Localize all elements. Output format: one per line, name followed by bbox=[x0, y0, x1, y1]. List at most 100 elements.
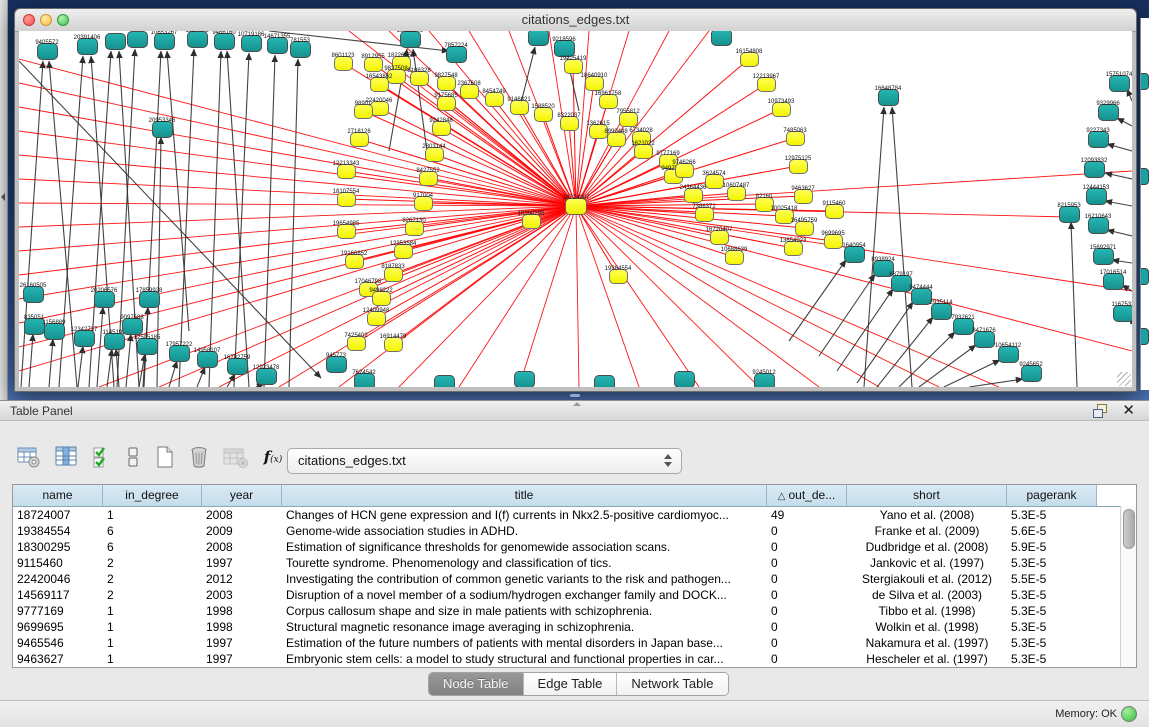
select-columns-icon[interactable] bbox=[90, 444, 116, 470]
network-node[interactable]: 12213343 bbox=[337, 164, 356, 179]
cell-pagerank[interactable]: 5.3E-5 bbox=[1007, 555, 1097, 571]
network-node[interactable]: 17016514 bbox=[1103, 273, 1124, 290]
network-node[interactable]: 15692971 bbox=[1093, 248, 1114, 265]
cell-title[interactable]: Estimation of significance thresholds fo… bbox=[282, 539, 767, 555]
cell-title[interactable]: Genome-wide association studies in ADHD. bbox=[282, 523, 767, 539]
column-header-year[interactable]: year bbox=[202, 485, 282, 506]
network-node[interactable]: 1156889 bbox=[44, 323, 65, 340]
network-node[interactable]: 8322037 bbox=[560, 116, 579, 131]
float-panel-icon[interactable] bbox=[1093, 404, 1107, 417]
cell-title[interactable]: Disruption of a novel member of a sodium… bbox=[282, 587, 767, 603]
table-row[interactable]: 911546021997Tourette syndrome. Phenomeno… bbox=[13, 555, 1136, 571]
network-node[interactable]: 1621022 bbox=[634, 144, 653, 159]
network-node[interactable]: 12093832 bbox=[1084, 161, 1105, 178]
cell-in_degree[interactable]: 2 bbox=[103, 555, 202, 571]
network-node[interactable]: 8912955 bbox=[364, 57, 383, 72]
cell-pagerank[interactable]: 5.3E-5 bbox=[1007, 507, 1097, 523]
network-node[interactable]: 16720407 bbox=[710, 230, 729, 245]
left-splitter-strip[interactable] bbox=[0, 0, 8, 400]
network-node[interactable]: 9146821 bbox=[510, 100, 529, 115]
table-row[interactable]: 977716911998Corpus callosum shape and si… bbox=[13, 603, 1136, 619]
network-node[interactable]: 12923478 bbox=[256, 368, 277, 385]
network-node[interactable]: 781553 bbox=[290, 41, 311, 58]
cell-pagerank[interactable]: 5.3E-5 bbox=[1007, 635, 1097, 651]
network-node[interactable]: 16961758 bbox=[599, 94, 618, 109]
network-node[interactable]: 8601123 bbox=[334, 56, 353, 71]
network-node[interactable] bbox=[105, 33, 126, 50]
cell-in_degree[interactable]: 2 bbox=[103, 571, 202, 587]
cell-pagerank[interactable]: 5.3E-5 bbox=[1007, 651, 1097, 667]
network-node[interactable]: 14958107 bbox=[197, 351, 218, 368]
network-node[interactable]: 8427552 bbox=[419, 171, 438, 186]
cell-out_degree[interactable]: 0 bbox=[767, 555, 847, 571]
network-node[interactable]: 9242848 bbox=[432, 121, 451, 136]
network-node[interactable]: 12444153 bbox=[1086, 188, 1107, 205]
horizontal-splitter-handle[interactable] bbox=[570, 394, 580, 397]
network-node[interactable]: 9466160 bbox=[214, 33, 235, 50]
network-node[interactable]: 14671355 bbox=[267, 37, 288, 54]
close-panel-icon[interactable]: ✕ bbox=[1122, 401, 1135, 419]
cell-in_degree[interactable]: 1 bbox=[103, 635, 202, 651]
cell-out_degree[interactable]: 49 bbox=[767, 507, 847, 523]
cell-name[interactable]: 9115460 bbox=[13, 555, 103, 571]
network-hub-node[interactable]: 18724007 bbox=[565, 198, 587, 215]
network-node[interactable]: 18300295 bbox=[522, 214, 541, 229]
network-canvas[interactable]: 9405572203914061065326715276029466160107… bbox=[19, 31, 1132, 387]
table-row[interactable]: 946362711997Embryonic stem cells: a mode… bbox=[13, 651, 1136, 667]
cell-name[interactable]: 18724007 bbox=[13, 507, 103, 523]
column-header-title[interactable]: title bbox=[282, 485, 767, 506]
network-node[interactable]: 8187833 bbox=[384, 267, 403, 282]
network-node[interactable]: 2367608 bbox=[460, 84, 479, 99]
network-node[interactable]: 19325419 bbox=[564, 59, 583, 74]
cell-pagerank[interactable]: 5.6E-5 bbox=[1007, 523, 1097, 539]
network-node[interactable]: 7932621 bbox=[953, 318, 974, 335]
cell-title[interactable]: Estimation of the future numbers of pati… bbox=[282, 635, 767, 651]
network-node[interactable]: 8215953 bbox=[1059, 206, 1080, 223]
network-node[interactable]: 7425402 bbox=[347, 336, 366, 351]
network-node[interactable]: 8813054 bbox=[528, 31, 549, 46]
network-node[interactable]: 18107554 bbox=[337, 192, 356, 207]
network-node[interactable]: 9227343 bbox=[1088, 131, 1109, 148]
cell-out_degree[interactable]: 0 bbox=[767, 635, 847, 651]
network-node[interactable]: 98901 bbox=[354, 104, 373, 119]
cell-name[interactable]: 9463627 bbox=[13, 651, 103, 667]
cell-year[interactable]: 2012 bbox=[202, 571, 282, 587]
cell-short[interactable]: Hescheler et al. (1997) bbox=[847, 651, 1007, 667]
cell-year[interactable]: 2008 bbox=[202, 539, 282, 555]
network-node[interactable] bbox=[674, 371, 695, 388]
network-node[interactable]: 13654923 bbox=[784, 241, 803, 256]
cell-out_degree[interactable]: 0 bbox=[767, 603, 847, 619]
cell-out_degree[interactable]: 0 bbox=[767, 571, 847, 587]
cell-pagerank[interactable]: 5.5E-5 bbox=[1007, 571, 1097, 587]
network-node[interactable]: 9245012 bbox=[754, 373, 775, 388]
network-node[interactable]: 7485063 bbox=[786, 131, 805, 146]
cell-year[interactable]: 1998 bbox=[202, 603, 282, 619]
network-node[interactable]: 945773 bbox=[326, 356, 347, 373]
cell-year[interactable]: 2009 bbox=[202, 523, 282, 539]
cell-in_degree[interactable]: 1 bbox=[103, 507, 202, 523]
network-node[interactable]: 9463627 bbox=[794, 189, 813, 204]
network-node[interactable]: 16543862 bbox=[370, 77, 389, 92]
network-node[interactable]: 15751074 bbox=[1109, 75, 1130, 92]
cell-in_degree[interactable]: 6 bbox=[103, 539, 202, 555]
network-node[interactable]: 835051 bbox=[24, 318, 45, 335]
network-node[interactable]: 9699695 bbox=[824, 234, 843, 249]
cell-in_degree[interactable]: 2 bbox=[103, 587, 202, 603]
network-node[interactable]: 16210643 bbox=[1088, 217, 1109, 234]
network-node[interactable]: 12353584 bbox=[394, 244, 413, 259]
network-node[interactable]: 19384554 bbox=[609, 269, 628, 284]
network-node[interactable]: 12505185 bbox=[137, 338, 158, 355]
cell-year[interactable]: 1997 bbox=[202, 651, 282, 667]
resize-grip-icon[interactable] bbox=[1117, 372, 1131, 386]
network-node[interactable]: 8471676 bbox=[974, 331, 995, 348]
cell-title[interactable]: Investigating the contribution of common… bbox=[282, 571, 767, 587]
cell-title[interactable]: Tourette syndrome. Phenomenology and cla… bbox=[282, 555, 767, 571]
cell-name[interactable]: 9699695 bbox=[13, 619, 103, 635]
cell-pagerank[interactable]: 5.9E-5 bbox=[1007, 539, 1097, 555]
cell-name[interactable]: 19384554 bbox=[13, 523, 103, 539]
row-toggle-icon[interactable] bbox=[120, 444, 146, 470]
network-node[interactable]: 9405572 bbox=[37, 43, 58, 60]
column-header-name[interactable]: name bbox=[13, 485, 103, 506]
cell-out_degree[interactable]: 0 bbox=[767, 619, 847, 635]
cell-name[interactable]: 22420046 bbox=[13, 571, 103, 587]
